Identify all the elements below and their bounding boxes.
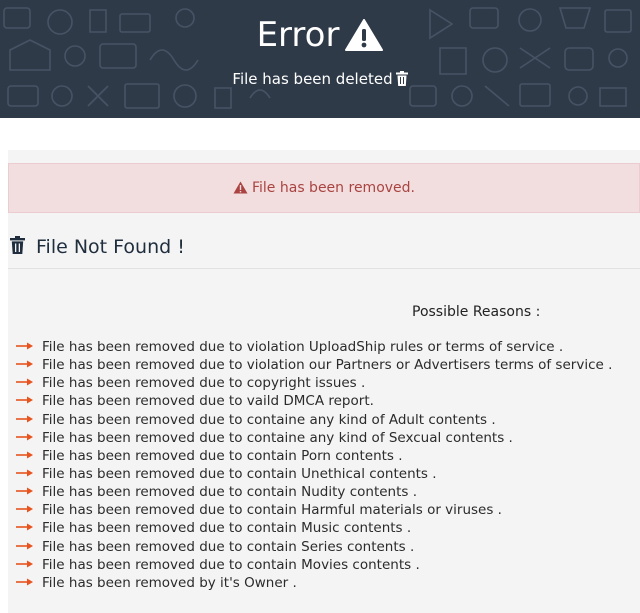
long-arrow-right-icon bbox=[16, 469, 33, 477]
list-item: File has been removed due to contain Ser… bbox=[16, 538, 612, 556]
reason-text: File has been removed due to copyright i… bbox=[42, 375, 366, 392]
removed-alert-text: File has been removed. bbox=[251, 180, 415, 196]
reason-text: File has been removed by it's Owner . bbox=[42, 574, 297, 591]
page-title: Error bbox=[0, 12, 640, 58]
long-arrow-right-icon bbox=[16, 360, 33, 368]
reason-text: File has been removed due to contain Nud… bbox=[42, 484, 418, 501]
reason-text: File has been removed due to vaild DMCA … bbox=[42, 393, 374, 410]
long-arrow-right-icon bbox=[16, 560, 33, 568]
reason-text: File has been removed due to violation o… bbox=[42, 357, 613, 374]
page-subtitle: File has been deleted bbox=[0, 68, 640, 90]
list-item: File has been removed by it's Owner . bbox=[16, 574, 612, 592]
long-arrow-right-icon bbox=[16, 487, 33, 495]
reason-text: File has been removed due to contain Une… bbox=[42, 465, 437, 482]
trash-icon bbox=[395, 71, 408, 86]
page-subtitle-text: File has been deleted bbox=[232, 70, 393, 88]
long-arrow-right-icon bbox=[16, 523, 33, 531]
list-item: File has been removed due to containe an… bbox=[16, 411, 612, 429]
list-item: File has been removed due to vaild DMCA … bbox=[16, 392, 612, 410]
long-arrow-right-icon bbox=[16, 342, 33, 350]
reason-text: File has been removed due to violation U… bbox=[42, 339, 564, 355]
list-item: File has been removed due to copyright i… bbox=[16, 374, 612, 392]
page-title-text: Error bbox=[256, 15, 340, 55]
warning-triangle-icon bbox=[345, 19, 384, 51]
long-arrow-right-icon bbox=[16, 415, 33, 423]
trash-icon bbox=[10, 236, 25, 254]
possible-reasons-title: Possible Reasons : bbox=[412, 304, 541, 320]
list-item: File has been removed due to violation o… bbox=[16, 356, 612, 374]
list-item: File has been removed due to contain Mov… bbox=[16, 556, 612, 574]
reason-text: File has been removed due to contain Ser… bbox=[42, 538, 415, 555]
list-item: File has been removed due to contain Mus… bbox=[16, 519, 612, 537]
long-arrow-right-icon bbox=[16, 378, 33, 386]
list-item: File has been removed due to contain Nud… bbox=[16, 483, 612, 501]
reason-text: File has been removed due to contain Por… bbox=[42, 447, 403, 464]
list-item: File has been removed due to contain Por… bbox=[16, 447, 612, 465]
list-item: File has been removed due to containe an… bbox=[16, 429, 612, 447]
reasons-list: File has been removed due to violation U… bbox=[16, 338, 612, 592]
removed-alert: File has been removed. bbox=[8, 163, 640, 213]
reason-text: File has been removed due to contain Mus… bbox=[42, 520, 412, 537]
reason-text: File has been removed due to contain Har… bbox=[42, 502, 502, 519]
long-arrow-right-icon bbox=[16, 542, 33, 550]
file-not-found-title: File Not Found ! bbox=[36, 236, 185, 258]
long-arrow-right-icon bbox=[16, 505, 33, 513]
file-not-found-heading: File Not Found ! bbox=[8, 230, 640, 269]
list-item: File has been removed due to contain Une… bbox=[16, 465, 612, 483]
long-arrow-right-icon bbox=[16, 451, 33, 459]
error-header: Error File has been deleted bbox=[0, 0, 640, 118]
warning-triangle-icon bbox=[233, 181, 248, 194]
reason-text: File has been removed due to containe an… bbox=[42, 429, 513, 446]
long-arrow-right-icon bbox=[16, 578, 33, 586]
list-item: File has been removed due to contain Har… bbox=[16, 501, 612, 519]
reason-text: File has been removed due to containe an… bbox=[42, 411, 496, 428]
list-item: File has been removed due to violation U… bbox=[16, 338, 612, 356]
long-arrow-right-icon bbox=[16, 433, 33, 441]
long-arrow-right-icon bbox=[16, 396, 33, 404]
content-panel: File has been removed. File Not Found ! … bbox=[8, 150, 640, 613]
reason-text: File has been removed due to contain Mov… bbox=[42, 556, 420, 573]
